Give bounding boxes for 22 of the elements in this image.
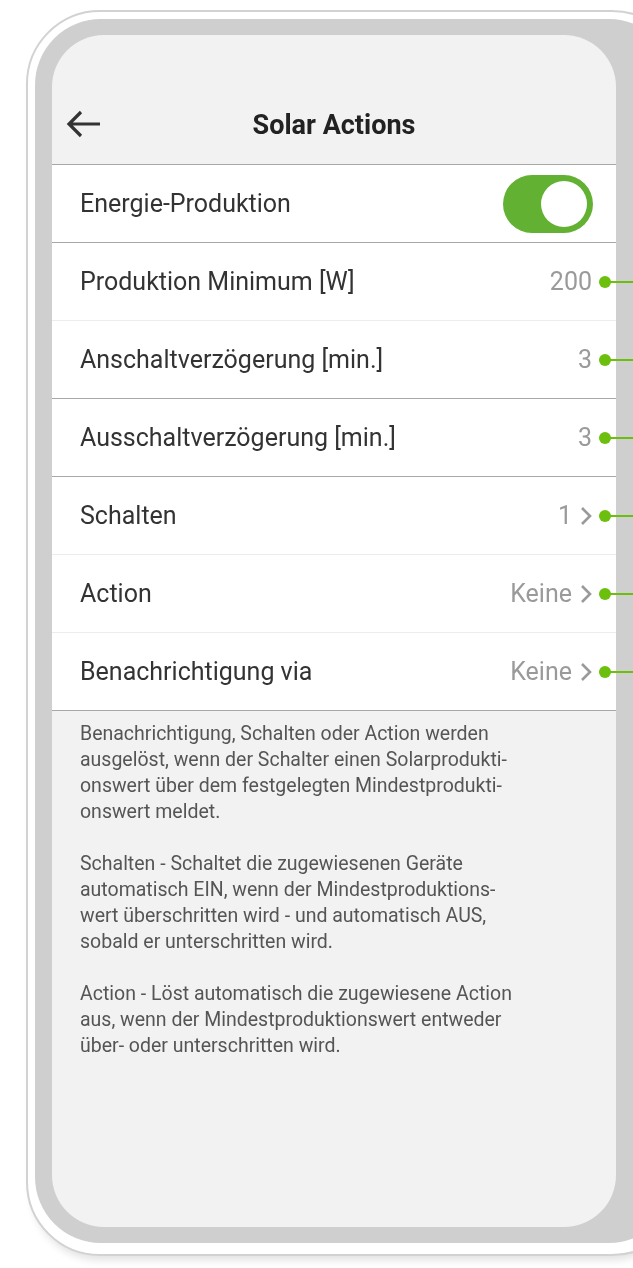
row-value: 3 — [577, 423, 592, 452]
toggle-switch[interactable] — [503, 174, 593, 233]
info-paragraph: Benachrichtigung, Schalten oder Action werden ausgelöst, wenn der Schalter einen Solarprodukti- onswert über dem festgelegten Mindestprodukti- onswert meldet. — [80, 721, 508, 825]
row-value: Keine — [510, 579, 572, 608]
row-value: Keine — [510, 657, 572, 686]
row-label: Produktion Minimum [W] — [80, 267, 355, 296]
row-label: Schalten — [80, 501, 177, 530]
chevron-icon — [580, 505, 592, 526]
row-label: Ausschaltverzögerung [min.] — [80, 423, 396, 452]
chevron-icon — [580, 661, 592, 682]
info-paragraph: Action - Löst automatisch die zugewiesene Action aus, wenn der Mindestproduktionswert entweder über- oder unterschritten wird. — [80, 981, 513, 1059]
row-label: Anschaltverzögerung [min.] — [80, 345, 384, 374]
row-value: 1 — [557, 501, 572, 530]
info-paragraph: Schalten - Schaltet die zugewiesenen Geräte automatisch EIN, wenn der Mindestproduktions- wert überschritten wird - und automatisch AUS, sobald er unterschritten wird. — [80, 851, 497, 955]
row-value: 3 — [577, 345, 592, 374]
row-value: 200 — [549, 267, 592, 296]
chevron-icon — [580, 583, 592, 604]
row-label: Benachrichtigung via — [80, 657, 313, 686]
page-title: Solar Actions — [252, 109, 416, 141]
row-label: Energie-Produktion — [80, 189, 291, 218]
back-icon[interactable] — [66, 109, 102, 139]
row-label: Action — [80, 579, 152, 608]
